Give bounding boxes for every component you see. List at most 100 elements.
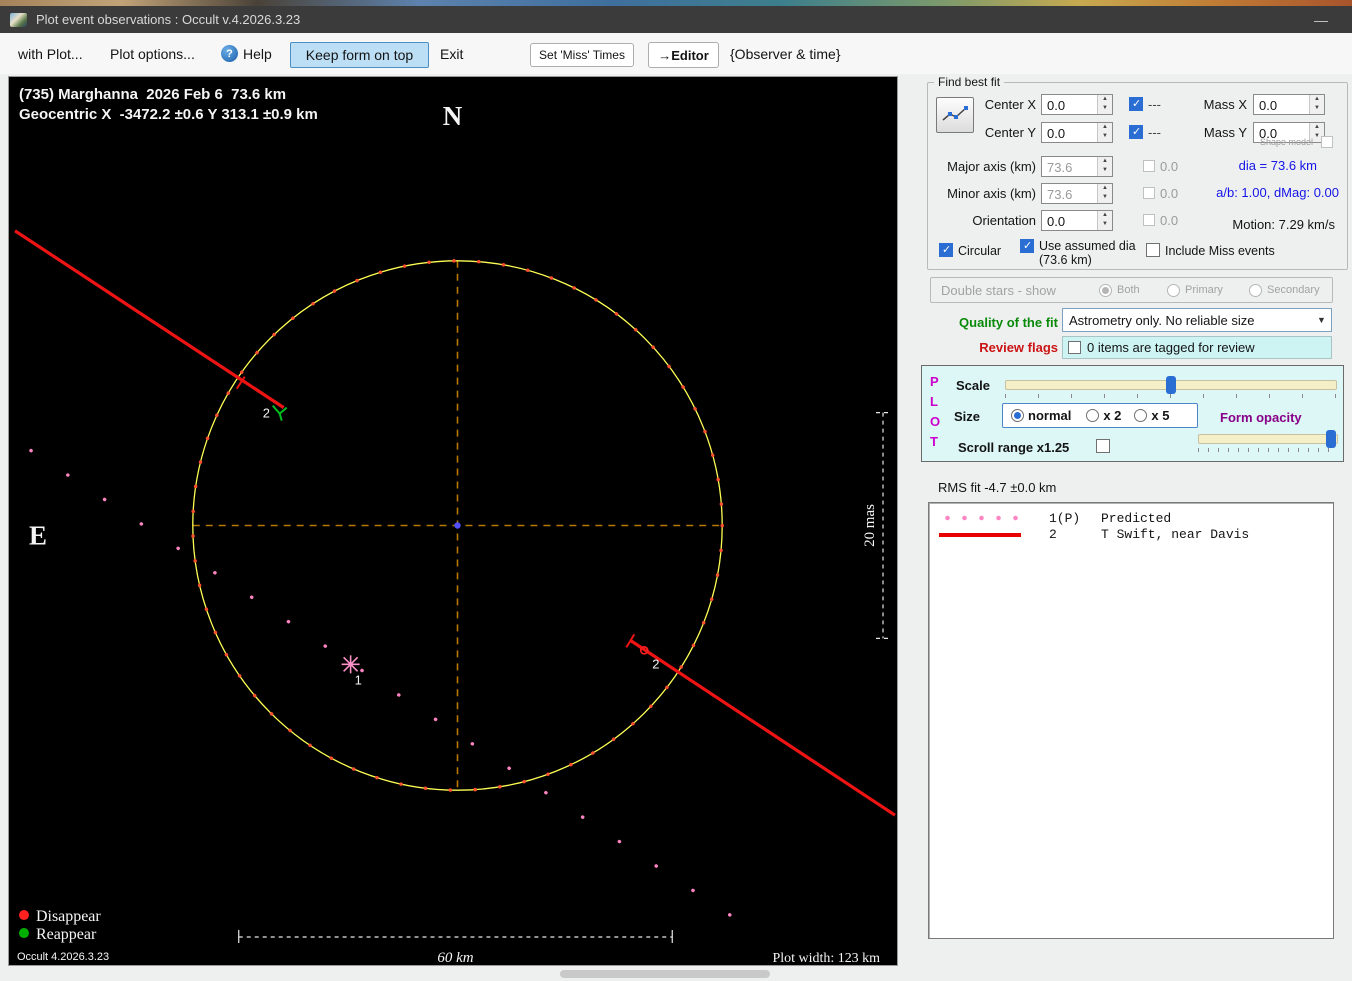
major-axis-label: Major axis (km) <box>947 158 1036 174</box>
menu-help[interactable]: Help <box>243 46 272 62</box>
opacity-slider[interactable] <box>1198 430 1338 448</box>
menu-exit[interactable]: Exit <box>440 46 463 62</box>
use-assumed-option[interactable]: Use assumed dia (73.6 km) <box>1020 239 1142 267</box>
center-y-spinner-arrows[interactable] <box>1097 122 1112 142</box>
orientation-label: Orientation <box>972 212 1036 228</box>
east-label: E <box>29 520 47 550</box>
horizontal-scrollbar-thumb[interactable] <box>560 970 770 978</box>
find-best-fit-title: Find best fit <box>934 75 1005 89</box>
primary-radio[interactable] <box>1167 283 1180 297</box>
orientation-input[interactable]: 0.0 <box>1041 209 1113 231</box>
use-assumed-label: Use assumed dia (73.6 km) <box>1039 239 1136 267</box>
plot-title-line2: Geocentric X -3472.2 ±0.6 Y 313.1 ±0.9 k… <box>19 106 318 123</box>
quality-dropdown[interactable]: Astrometry only. No reliable size <box>1062 308 1332 332</box>
reappear-dot <box>18 928 29 939</box>
minor-axis-spinner-arrows[interactable] <box>1097 183 1112 203</box>
double-stars-primary[interactable]: Primary <box>1167 283 1223 297</box>
circular-checkbox[interactable] <box>939 243 953 257</box>
reappear-mark-stem <box>278 413 283 421</box>
major-axis-input[interactable]: 73.6 <box>1041 155 1113 177</box>
orientation-spinner-arrows[interactable] <box>1097 210 1112 230</box>
chord-segment-entry <box>14 229 285 409</box>
center-dot <box>454 522 461 529</box>
orientation-fit-checkbox[interactable] <box>1143 214 1155 226</box>
reappear-label: Reappear <box>36 926 97 943</box>
dropdown-arrow-icon[interactable] <box>1312 315 1331 325</box>
keep-form-on-top-button[interactable]: Keep form on top <box>290 42 429 68</box>
scroll-range-checkbox[interactable] <box>1096 439 1110 453</box>
scroll-range-label: Scroll range x1.25 <box>958 440 1070 455</box>
size-x5-radio[interactable] <box>1134 409 1148 422</box>
center-y-dash: --- <box>1148 124 1161 140</box>
center-y-input[interactable]: 0.0 <box>1041 121 1113 143</box>
observed-line-sample <box>939 532 1021 537</box>
shape-model-checkbox[interactable] <box>1321 136 1333 148</box>
circular-option[interactable]: Circular <box>939 243 1001 258</box>
double-stars-group: Double stars - show Both Primary Seconda… <box>930 277 1333 303</box>
center-x-spinner-arrows[interactable] <box>1097 94 1112 114</box>
help-icon[interactable]: ? <box>221 45 238 62</box>
review-flags-box[interactable]: 0 items are tagged for review <box>1062 336 1332 359</box>
scale-slider-thumb[interactable] <box>1166 376 1176 394</box>
include-miss-checkbox[interactable] <box>1146 243 1160 257</box>
minimize-button[interactable]: — <box>1300 12 1342 28</box>
window-title: Plot event observations : Occult v.4.202… <box>36 12 301 27</box>
disappear-dot <box>18 910 29 921</box>
center-x-label: Center X <box>984 96 1036 112</box>
mass-x-input[interactable]: 0.0 <box>1253 93 1325 115</box>
shape-model-row: Shape model <box>1260 137 1313 147</box>
center-x-dash: --- <box>1148 96 1161 112</box>
legend-row-predicted[interactable]: 1(P) Predicted <box>929 510 1333 526</box>
major-axis-fit-checkbox[interactable] <box>1143 160 1155 172</box>
occultation-plot-svg: 2 2 1 (735) Marghanna 2026 Feb 6 73.6 km… <box>14 86 896 965</box>
plot-vertical-label: P L O T <box>930 374 941 449</box>
center-y-label: Center Y <box>984 124 1036 140</box>
observer-time-label[interactable]: {Observer & time} <box>730 46 841 62</box>
circular-label: Circular <box>958 244 1002 258</box>
include-miss-label: Include Miss events <box>1165 244 1275 258</box>
size-label: Size <box>954 409 981 424</box>
opacity-slider-thumb[interactable] <box>1326 430 1336 448</box>
major-axis-aux: 0.0 <box>1160 158 1179 174</box>
use-assumed-checkbox[interactable] <box>1020 239 1034 253</box>
size-normal-radio[interactable] <box>1011 409 1024 422</box>
mass-x-spinner-arrows[interactable] <box>1309 94 1324 114</box>
major-axis-spinner-arrows[interactable] <box>1097 156 1112 176</box>
chord-legend-list[interactable]: 1(P) Predicted 2 T Swift, near Davis <box>928 502 1334 939</box>
editor-button[interactable]: →Editor <box>648 42 719 68</box>
station1-asterisk <box>341 655 360 674</box>
orientation-aux: 0.0 <box>1160 212 1179 228</box>
legend-row-observer2[interactable]: 2 T Swift, near Davis <box>929 526 1333 542</box>
secondary-radio[interactable] <box>1249 283 1262 297</box>
plot-area[interactable]: 2 2 1 (735) Marghanna 2026 Feb 6 73.6 km… <box>8 76 898 966</box>
center-x-input[interactable]: 0.0 <box>1041 93 1113 115</box>
menu-with-plot[interactable]: with Plot... <box>18 46 83 62</box>
plot-controls-group: P L O T Scale Size normal x 2 x 5 Form o… <box>921 365 1344 462</box>
dia-value: dia = 73.6 km <box>1238 158 1317 173</box>
center-y-checkbox[interactable] <box>1129 125 1143 139</box>
review-flags-checkbox[interactable] <box>1068 341 1081 354</box>
size-x5-option[interactable]: x 5 <box>1134 408 1170 423</box>
app-window: Plot event observations : Occult v.4.202… <box>0 0 1352 981</box>
motion-value: Motion: 7.29 km/s <box>1232 217 1335 232</box>
center-x-checkbox[interactable] <box>1129 97 1143 111</box>
size-x2-radio[interactable] <box>1086 409 1100 422</box>
station1-label: 1 <box>355 672 362 687</box>
size-x2-option[interactable]: x 2 <box>1086 408 1121 423</box>
predicted-line-sample <box>939 515 1021 521</box>
menu-plot-options[interactable]: Plot options... <box>110 46 195 62</box>
set-miss-times-button[interactable]: Set 'Miss' Times <box>530 43 634 67</box>
both-radio[interactable] <box>1099 283 1112 297</box>
minor-axis-label: Minor axis (km) <box>947 185 1036 201</box>
minor-axis-fit-checkbox[interactable] <box>1143 187 1155 199</box>
scale-label: Scale <box>956 378 990 393</box>
double-stars-secondary[interactable]: Secondary <box>1249 283 1320 297</box>
include-miss-option[interactable]: Include Miss events <box>1146 243 1275 258</box>
review-flags-label: Review flags <box>979 340 1058 355</box>
size-normal-option[interactable]: normal <box>1011 408 1071 423</box>
scale-slider[interactable] <box>1005 376 1337 394</box>
double-stars-both[interactable]: Both <box>1099 283 1140 297</box>
toolbar: with Plot... Plot options... ? Help Keep… <box>0 33 1352 74</box>
minor-axis-input[interactable]: 73.6 <box>1041 182 1113 204</box>
opacity-slider-ticks <box>1198 448 1338 452</box>
